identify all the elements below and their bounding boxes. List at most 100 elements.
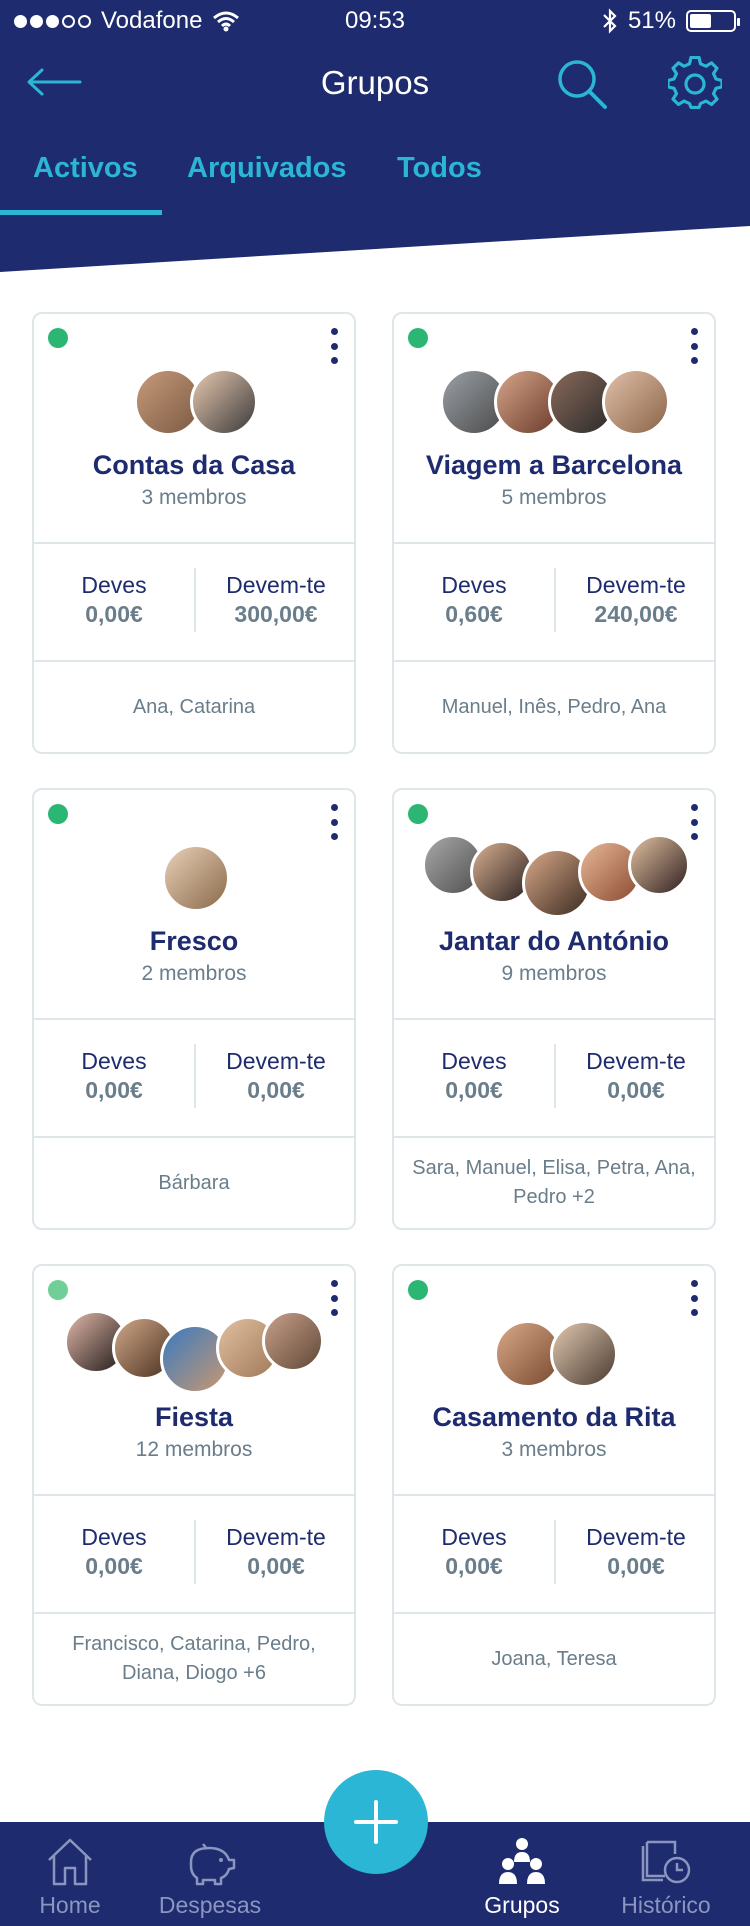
member-count: 3 membros xyxy=(501,1438,607,1461)
nav-home-label: Home xyxy=(39,1892,101,1918)
page-title: Grupos xyxy=(320,64,430,101)
member-names: Ana, Catarina xyxy=(132,695,256,718)
status-dot xyxy=(48,804,68,824)
nav-home[interactable]: Home xyxy=(0,1822,140,1926)
nav-despesas[interactable]: Despesas xyxy=(140,1822,280,1926)
divider xyxy=(34,542,354,544)
member-count: 5 membros xyxy=(501,486,607,509)
group-title: Contas da Casa xyxy=(92,450,296,480)
status-dot xyxy=(48,328,68,348)
owe-block: Deves 0,00€ xyxy=(34,1048,194,1104)
add-group-button[interactable] xyxy=(324,1770,428,1874)
status-right: 51% xyxy=(602,7,740,35)
avatar xyxy=(190,368,258,436)
divider xyxy=(394,1018,714,1020)
owed-block: Devem-te 0,00€ xyxy=(196,1048,356,1104)
more-options-icon[interactable] xyxy=(688,328,700,364)
group-title: Fresco xyxy=(149,926,239,956)
nav-historico[interactable]: Histórico xyxy=(596,1822,736,1926)
member-names: Francisco, Catarina, Pedro, Diana, Diogo… xyxy=(72,1633,316,1684)
divider xyxy=(34,1612,354,1614)
owed-label: Devem-te xyxy=(586,1524,686,1550)
owe-label: Deves xyxy=(441,1048,507,1074)
owe-block: Deves 0,00€ xyxy=(394,1524,554,1580)
divider xyxy=(394,1136,714,1138)
more-options-icon[interactable] xyxy=(328,1280,340,1316)
member-count: 9 membros xyxy=(501,962,607,985)
header: Vodafone 09:53 51% Grupos Activos Arquiv… xyxy=(0,0,750,272)
more-options-icon[interactable] xyxy=(328,328,340,364)
home-icon xyxy=(48,1838,92,1886)
avatar xyxy=(262,1310,324,1372)
divider xyxy=(34,1018,354,1020)
group-card[interactable]: Casamento da Rita 3 membros Deves 0,00€ … xyxy=(392,1264,716,1706)
avatar-group xyxy=(394,1320,714,1392)
owed-block: Devem-te 300,00€ xyxy=(196,572,356,628)
avatar-group xyxy=(34,1310,354,1394)
owe-block: Deves 0,00€ xyxy=(34,1524,194,1580)
nav-grupos-label: Grupos xyxy=(484,1892,560,1918)
owed-block: Devem-te 0,00€ xyxy=(556,1524,716,1580)
status-dot xyxy=(408,804,428,824)
group-card[interactable]: Contas da Casa 3 membros Deves 0,00€ Dev… xyxy=(32,312,356,754)
member-names: Joana, Teresa xyxy=(491,1647,617,1670)
owed-block: Devem-te 240,00€ xyxy=(556,572,716,628)
owed-block: Devem-te 0,00€ xyxy=(556,1048,716,1104)
owed-label: Devem-te xyxy=(586,1048,686,1074)
gear-icon[interactable] xyxy=(668,56,722,110)
owed-label: Devem-te xyxy=(586,572,686,598)
owe-label: Deves xyxy=(441,1524,507,1550)
owe-value: 0,00€ xyxy=(85,1077,143,1103)
owe-value: 0,00€ xyxy=(445,1077,503,1103)
more-options-icon[interactable] xyxy=(328,804,340,840)
nav-despesas-label: Despesas xyxy=(158,1892,262,1918)
piggy-bank-icon xyxy=(189,1843,236,1886)
more-options-icon[interactable] xyxy=(688,1280,700,1316)
owe-block: Deves 0,00€ xyxy=(394,1048,554,1104)
owe-value: 0,00€ xyxy=(85,601,143,627)
tab-activos[interactable]: Activos xyxy=(33,152,138,185)
group-card[interactable]: Viagem a Barcelona 5 membros Deves 0,60€… xyxy=(392,312,716,754)
search-icon[interactable] xyxy=(556,58,608,110)
member-count: 12 membros xyxy=(135,1438,253,1461)
owed-label: Devem-te xyxy=(226,572,326,598)
divider xyxy=(394,1494,714,1496)
avatar xyxy=(162,844,230,912)
owe-block: Deves 0,60€ xyxy=(394,572,554,628)
more-options-icon[interactable] xyxy=(688,804,700,840)
owe-label: Deves xyxy=(81,1524,147,1550)
member-names: Sara, Manuel, Elisa, Petra, Ana, Pedro +… xyxy=(412,1157,696,1208)
owe-block: Deves 0,00€ xyxy=(34,572,194,628)
divider xyxy=(34,660,354,662)
owe-value: 0,60€ xyxy=(445,601,503,627)
group-card[interactable]: Fresco 2 membros Deves 0,00€ Devem-te 0,… xyxy=(32,788,356,1230)
avatar xyxy=(602,368,670,436)
tab-arquivados[interactable]: Arquivados xyxy=(187,152,347,185)
owed-value: 300,00€ xyxy=(234,601,318,627)
divider xyxy=(34,1136,354,1138)
avatar-group xyxy=(394,834,714,918)
nav-historico-label: Histórico xyxy=(621,1892,711,1918)
owed-value: 0,00€ xyxy=(247,1553,305,1579)
divider xyxy=(394,1612,714,1614)
member-count: 2 membros xyxy=(141,962,247,985)
status-bar: Vodafone 09:53 51% xyxy=(0,0,750,40)
owed-value: 0,00€ xyxy=(247,1077,305,1103)
status-dot xyxy=(408,1280,428,1300)
tab-todos[interactable]: Todos xyxy=(397,152,482,185)
group-card[interactable]: Fiesta 12 membros Deves 0,00€ Devem-te 0… xyxy=(32,1264,356,1706)
nav-grupos[interactable]: Grupos xyxy=(452,1822,592,1926)
avatar xyxy=(550,1320,618,1388)
group-card[interactable]: Jantar do António 9 membros Deves 0,00€ … xyxy=(392,788,716,1230)
owed-value: 0,00€ xyxy=(607,1553,665,1579)
divider xyxy=(34,1494,354,1496)
group-icon xyxy=(499,1838,545,1884)
avatar-group xyxy=(34,844,354,916)
member-count: 3 membros xyxy=(141,486,247,509)
status-dot xyxy=(408,328,428,348)
owed-label: Devem-te xyxy=(226,1048,326,1074)
divider xyxy=(394,660,714,662)
divider xyxy=(394,542,714,544)
header-background xyxy=(0,0,750,272)
avatar-group xyxy=(394,368,714,440)
